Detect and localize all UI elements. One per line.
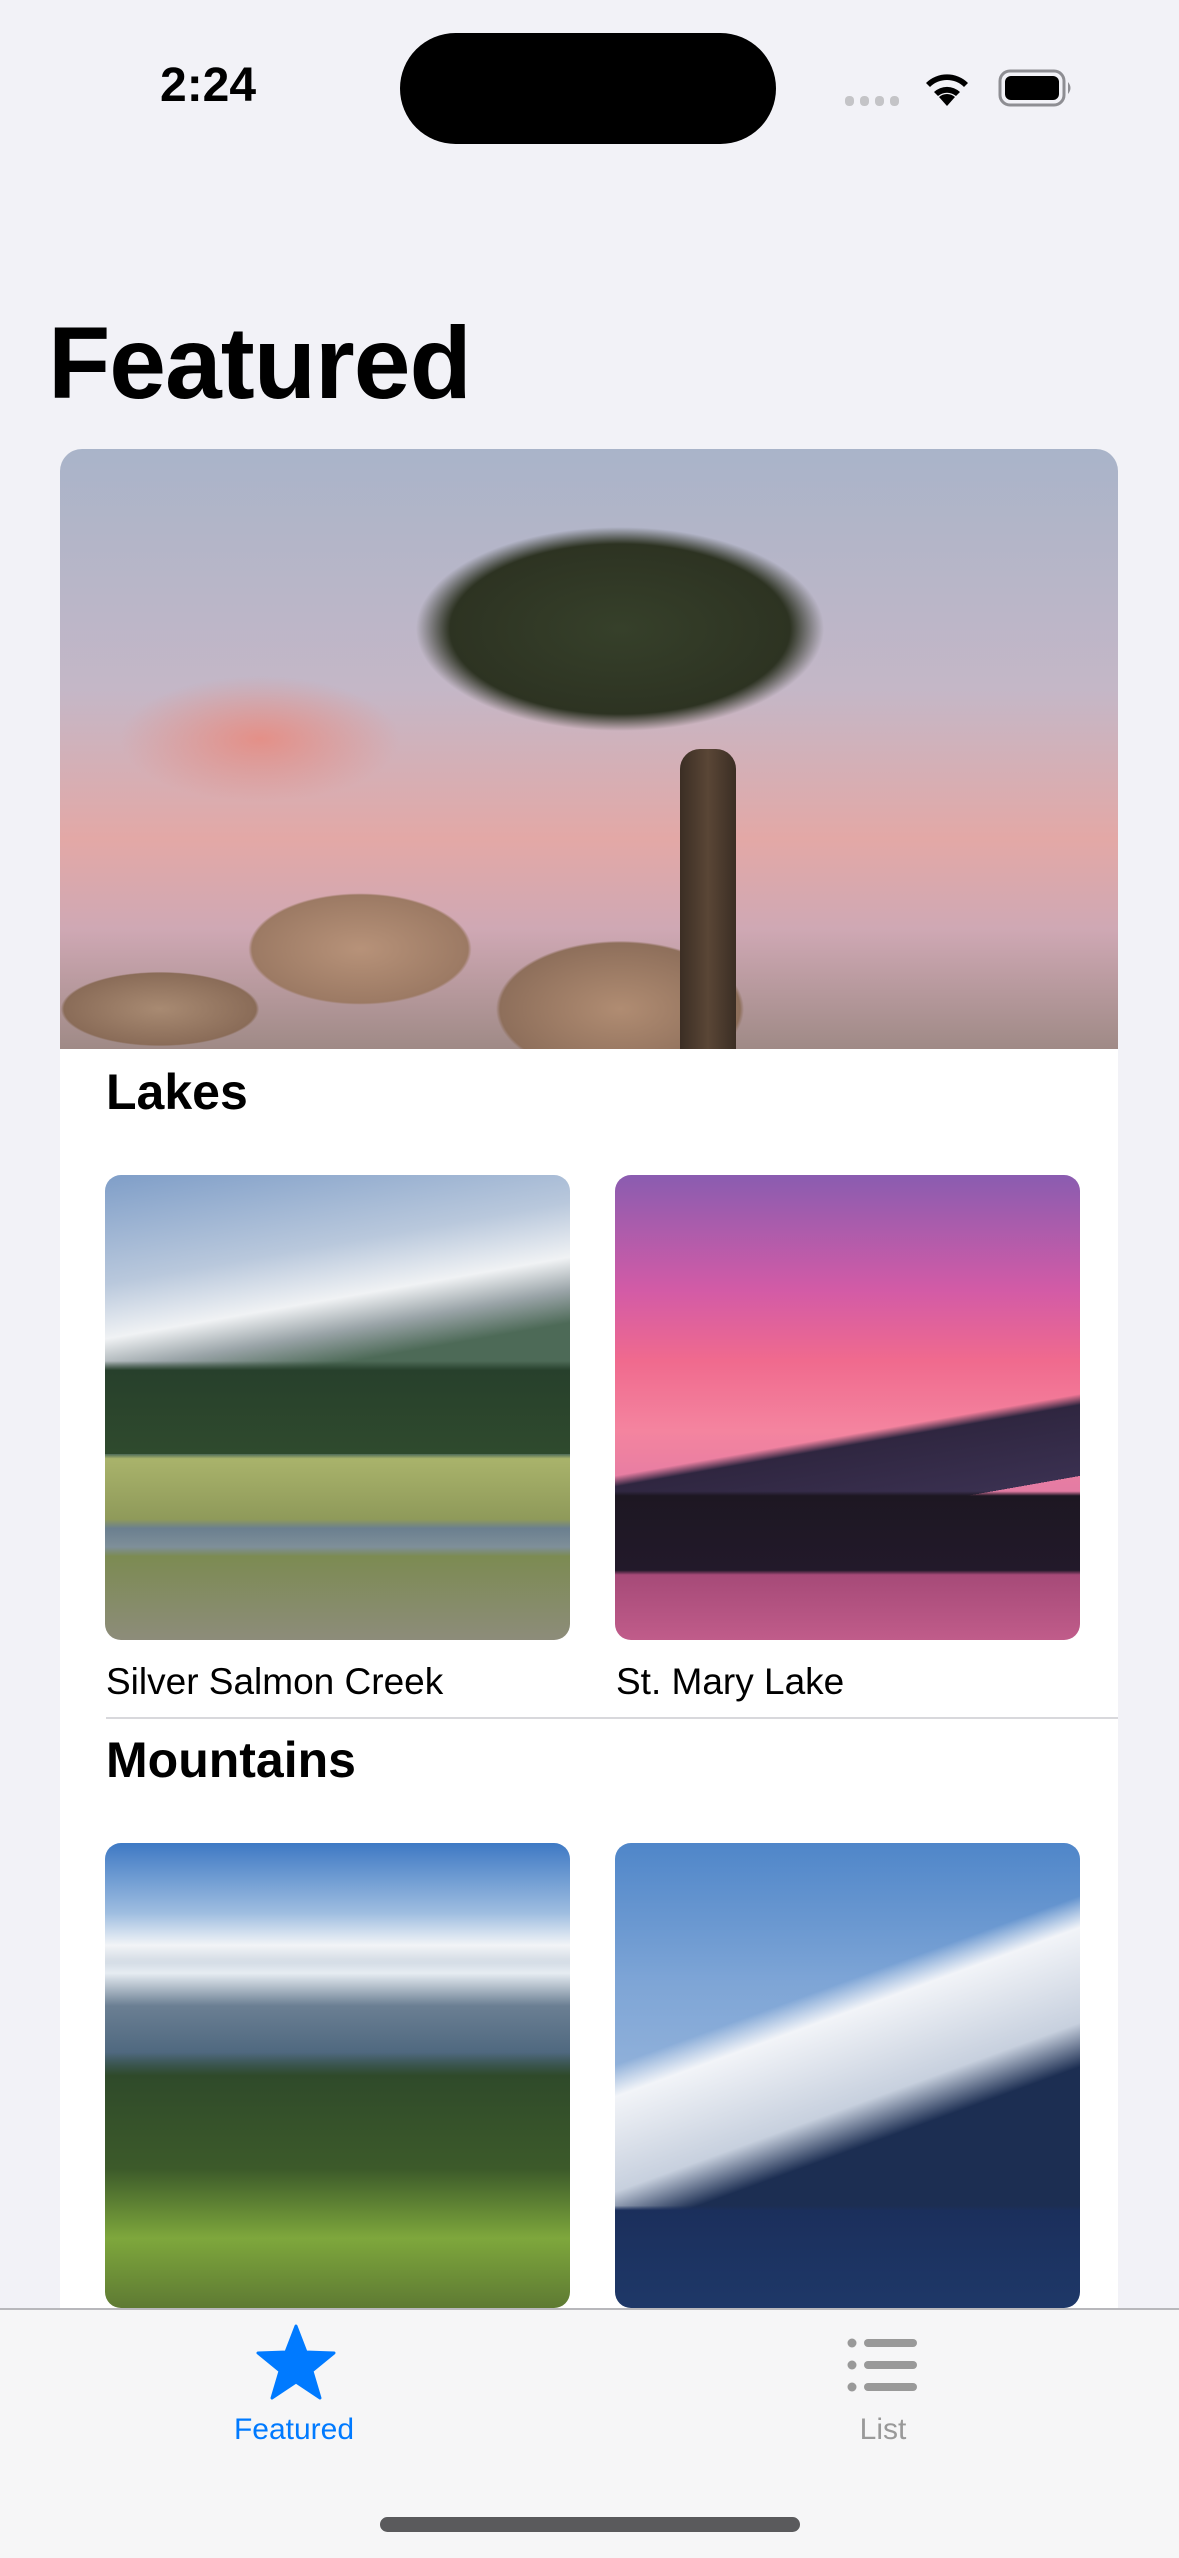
- tab-list[interactable]: List: [733, 2310, 1033, 2460]
- tree-trunk: [680, 749, 736, 1049]
- section-divider: [106, 1717, 1118, 1719]
- landmark-thumbnail[interactable]: [615, 1843, 1080, 2308]
- wifi-icon: [926, 74, 968, 106]
- featured-scroll-content[interactable]: Lakes Silver Salmon Creek St. Mary Lake …: [60, 449, 1118, 2349]
- landmark-thumbnail[interactable]: [105, 1843, 570, 2308]
- home-indicator[interactable]: [380, 2517, 800, 2532]
- tab-label: List: [859, 2413, 907, 2446]
- dynamic-island: [400, 33, 776, 144]
- status-time: 2:24: [160, 59, 257, 112]
- cellular-signal-icon: [845, 96, 899, 106]
- landmark-thumbnail[interactable]: [105, 1175, 570, 1640]
- tab-label: Featured: [233, 2413, 355, 2446]
- tab-featured[interactable]: Featured: [144, 2310, 444, 2460]
- list-icon: [847, 2338, 917, 2392]
- landmark-name[interactable]: St. Mary Lake: [616, 1661, 844, 1703]
- featured-hero-image[interactable]: [60, 449, 1118, 1049]
- section-title-lakes: Lakes: [106, 1064, 248, 1120]
- landmark-name[interactable]: Silver Salmon Creek: [106, 1661, 443, 1703]
- battery-icon: [998, 69, 1071, 107]
- star-icon: [256, 2324, 336, 2400]
- page-title: Featured: [48, 306, 472, 420]
- section-title-mountains: Mountains: [106, 1732, 356, 1788]
- landmark-thumbnail[interactable]: [615, 1175, 1080, 1640]
